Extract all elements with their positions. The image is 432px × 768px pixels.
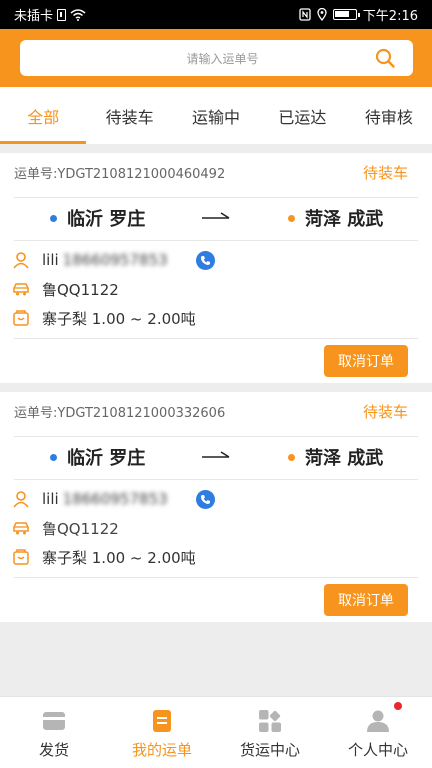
plate-number: 鲁QQ1122 — [42, 280, 119, 299]
tab-delivered[interactable]: 已运达 — [259, 87, 345, 144]
search-input[interactable]: 请输入运单号 — [20, 40, 413, 76]
car-icon — [13, 283, 29, 296]
location-icon — [317, 8, 327, 21]
destination-dot — [288, 453, 295, 461]
cargo-info: 寨子梨 1.00 ~ 2.00吨 — [42, 548, 196, 567]
tab-pending-review[interactable]: 待审核 — [346, 87, 432, 144]
nav-profile[interactable]: 个人中心 — [324, 697, 432, 768]
call-phone-icon[interactable] — [195, 489, 215, 509]
clock-text: 下午2:16 — [362, 9, 418, 24]
call-phone-icon[interactable] — [195, 250, 215, 270]
divider — [14, 479, 418, 480]
order-status: 待装车 — [362, 163, 408, 182]
destination-city: 菏泽 成武 — [305, 209, 384, 230]
list-icon — [153, 710, 171, 732]
route: 临沂 罗庄 菏泽 成武 — [0, 198, 432, 238]
plate-number: 鲁QQ1122 — [42, 519, 119, 538]
nfc-icon — [299, 8, 311, 21]
origin-dot — [50, 453, 57, 461]
route-arrow-icon — [202, 212, 230, 219]
cancel-order-button[interactable]: 取消订单 — [324, 584, 408, 616]
cargo-row: 寨子梨 1.00 ~ 2.00吨 — [12, 305, 196, 331]
vehicle-row: 鲁QQ1122 — [12, 276, 119, 302]
car-icon — [13, 522, 29, 535]
tab-pending-loading[interactable]: 待装车 — [86, 87, 172, 144]
destination-city: 菏泽 成武 — [305, 448, 384, 469]
driver-name: lili — [42, 251, 59, 269]
person-icon — [367, 710, 389, 732]
driver-row: lili 18660957853 — [12, 486, 215, 512]
sim-icon — [57, 8, 67, 21]
destination-dot — [288, 214, 295, 222]
origin-dot — [50, 214, 57, 222]
cancel-order-button[interactable]: 取消订单 — [324, 345, 408, 377]
status-tabs: 全部 待装车 运输中 已运达 待审核 — [0, 87, 432, 144]
battery-icon — [332, 9, 360, 20]
search-placeholder: 请输入运单号 — [186, 51, 259, 66]
bottom-nav: 发货 我的运单 货运中心 个人中心 — [0, 696, 432, 768]
nav-my-waybills-label: 我的运单 — [131, 741, 192, 759]
tab-all[interactable]: 全部 — [0, 87, 87, 144]
divider — [14, 338, 418, 339]
card-icon — [43, 712, 65, 730]
waybill-number: 运单号:YDGT2108121000332606 — [14, 405, 226, 421]
waybill-number: 运单号:YDGT2108121000460492 — [14, 166, 226, 182]
tab-in-transit[interactable]: 运输中 — [173, 87, 259, 144]
package-icon — [13, 310, 29, 326]
origin-city: 临沂 罗庄 — [67, 448, 146, 469]
route: 临沂 罗庄 菏泽 成武 — [0, 437, 432, 477]
header-bar: 请输入运单号 — [0, 29, 432, 87]
order-card[interactable]: 运单号:YDGT2108121000332606 待装车 临沂 罗庄 菏泽 成武… — [0, 392, 432, 622]
person-icon — [13, 491, 29, 508]
package-icon — [13, 549, 29, 565]
notification-badge — [394, 702, 402, 710]
vehicle-row: 鲁QQ1122 — [12, 515, 119, 541]
nav-my-waybills[interactable]: 我的运单 — [108, 697, 216, 768]
grid-icon — [259, 710, 281, 732]
driver-row: lili 18660957853 — [12, 247, 215, 273]
origin-city: 临沂 罗庄 — [67, 209, 146, 230]
order-status: 待装车 — [362, 402, 408, 421]
status-bar: 未插卡 下午2:16 — [0, 0, 432, 29]
driver-phone: 18660957853 — [62, 490, 168, 508]
search-icon[interactable] — [375, 48, 395, 68]
divider — [14, 577, 418, 578]
cargo-row: 寨子梨 1.00 ~ 2.00吨 — [12, 544, 196, 570]
driver-name: lili — [42, 490, 59, 508]
nav-ship[interactable]: 发货 — [0, 697, 108, 768]
wifi-icon — [70, 8, 86, 21]
nav-profile-label: 个人中心 — [347, 741, 408, 759]
order-card[interactable]: 运单号:YDGT2108121000460492 待装车 临沂 罗庄 菏泽 成武… — [0, 153, 432, 383]
divider — [14, 240, 418, 241]
nav-freight-center-label: 货运中心 — [239, 741, 300, 759]
driver-phone: 18660957853 — [62, 251, 168, 269]
route-arrow-icon — [202, 451, 230, 458]
cargo-info: 寨子梨 1.00 ~ 2.00吨 — [42, 309, 196, 328]
carrier-text: 未插卡 — [14, 9, 54, 24]
person-icon — [13, 252, 29, 269]
nav-freight-center[interactable]: 货运中心 — [216, 697, 324, 768]
nav-ship-label: 发货 — [38, 741, 69, 759]
